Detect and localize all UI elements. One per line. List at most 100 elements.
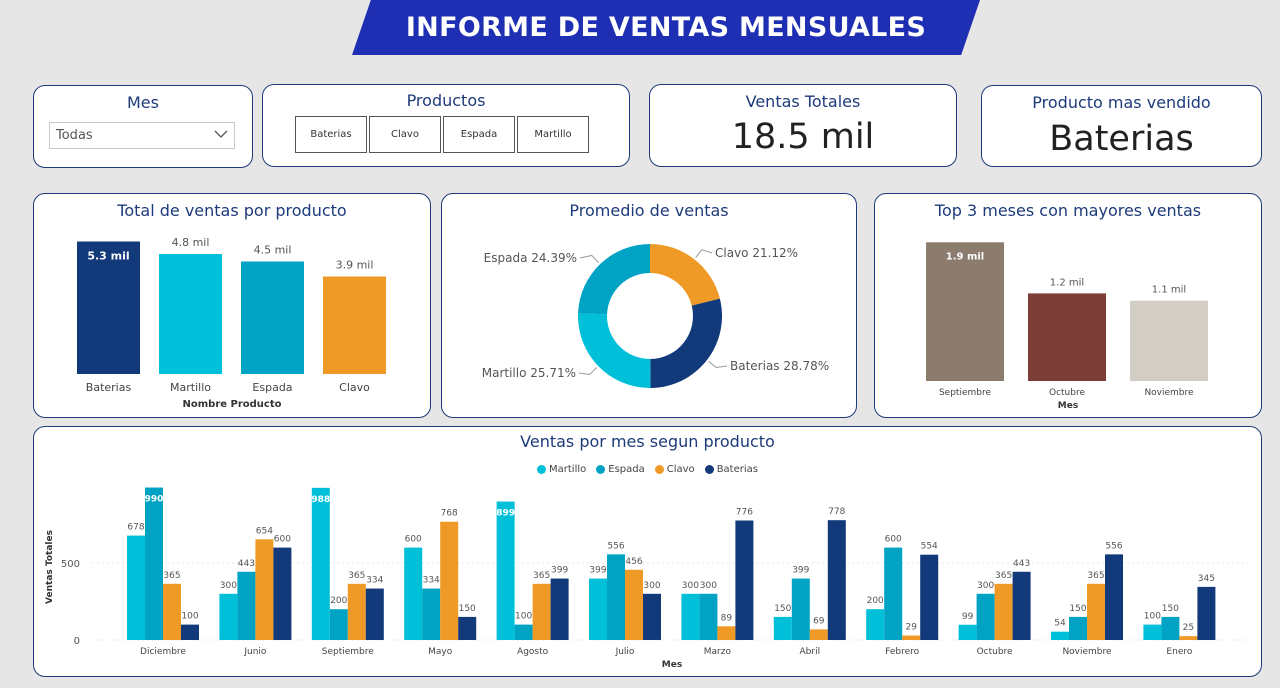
bar-espada[interactable] <box>1161 616 1180 640</box>
bar-clavo[interactable] <box>809 629 828 640</box>
bar-baterias[interactable] <box>1105 554 1123 640</box>
bar-baterias[interactable] <box>827 520 846 640</box>
slice-martillo[interactable] <box>578 313 651 388</box>
bar-espada[interactable] <box>241 261 304 375</box>
bar-baterias[interactable] <box>365 588 384 640</box>
bar-clavo[interactable] <box>902 635 921 640</box>
data-label: 778 <box>828 507 845 517</box>
bar-baterias[interactable] <box>550 578 569 640</box>
bar-clavo[interactable] <box>717 626 736 640</box>
bar-baterias[interactable] <box>273 547 292 640</box>
bar-baterias[interactable] <box>1197 586 1216 640</box>
bar-martillo[interactable] <box>958 624 977 640</box>
x-tick-label: Noviembre <box>1144 388 1194 398</box>
x-tick-label: Espada <box>252 381 292 394</box>
mes-dropdown[interactable]: Todas <box>49 122 235 149</box>
bar-espada[interactable] <box>329 609 348 640</box>
bar-clavo[interactable] <box>163 583 181 640</box>
bar-clavo[interactable] <box>323 276 386 375</box>
data-label: 150 <box>1162 604 1179 614</box>
producto-tile-baterias[interactable]: Baterias <box>295 116 367 153</box>
data-label: 300 <box>977 581 994 591</box>
bar-octubre[interactable] <box>1028 293 1106 381</box>
data-label: 556 <box>1105 541 1122 551</box>
x-axis-label: Mes <box>662 660 682 670</box>
slice-label: Clavo 21.12% <box>715 246 798 260</box>
bar-martillo[interactable] <box>1143 624 1162 640</box>
y-tick-label: 500 <box>61 559 80 570</box>
bar-baterias[interactable] <box>181 624 199 640</box>
data-label: 678 <box>127 523 144 533</box>
data-label: 365 <box>995 571 1012 581</box>
x-tick-label: Noviembre <box>1062 647 1112 657</box>
data-label: 100 <box>515 612 532 622</box>
bar-martillo[interactable] <box>681 593 700 640</box>
data-label: 3.9 mil <box>336 259 374 272</box>
bar-martillo[interactable] <box>159 254 222 374</box>
producto-tile-martillo[interactable]: Martillo <box>517 116 589 153</box>
producto-tile-clavo[interactable]: Clavo <box>369 116 441 153</box>
bar-martillo[interactable] <box>773 616 792 640</box>
data-label: 29 <box>905 623 917 633</box>
mes-dropdown-value: Todas <box>56 128 93 143</box>
data-label: 365 <box>533 571 550 581</box>
x-tick-label: Mayo <box>428 647 453 657</box>
bar-clavo[interactable] <box>994 583 1013 640</box>
data-label: 365 <box>1087 571 1104 581</box>
bar-espada[interactable] <box>514 624 533 640</box>
slice-baterias[interactable] <box>650 298 722 388</box>
bar-septiembre[interactable] <box>926 242 1004 381</box>
bar-clavo[interactable] <box>1179 636 1198 640</box>
bar-espada[interactable] <box>699 593 718 640</box>
bar-espada[interactable] <box>237 571 256 640</box>
data-label: 69 <box>813 616 825 626</box>
bar-espada[interactable] <box>422 588 441 640</box>
data-label: 99 <box>962 612 974 622</box>
y-axis-label: Ventas Totales <box>45 530 55 604</box>
data-label: 1.9 mil <box>946 251 984 262</box>
bar-espada[interactable] <box>145 487 163 640</box>
bar-espada[interactable] <box>1069 616 1087 640</box>
productos-tiles: Baterias Clavo Espada Martillo <box>295 116 589 153</box>
data-label: 399 <box>551 566 568 576</box>
bar-baterias[interactable] <box>1012 571 1031 640</box>
bar-clavo[interactable] <box>625 569 643 640</box>
bar-baterias[interactable] <box>643 593 661 640</box>
bar-espada[interactable] <box>976 593 995 640</box>
bar-clavo[interactable] <box>440 521 459 640</box>
bar-clavo[interactable] <box>255 539 274 640</box>
bar-baterias[interactable] <box>735 520 754 640</box>
bar-martillo[interactable] <box>219 593 238 640</box>
bar-martillo[interactable] <box>1051 631 1069 640</box>
data-label: 1.2 mil <box>1050 277 1084 288</box>
bar-baterias[interactable] <box>920 554 939 640</box>
bar-clavo[interactable] <box>347 583 366 640</box>
bar-martillo[interactable] <box>589 578 607 640</box>
bar-martillo[interactable] <box>404 547 423 640</box>
x-tick-label: Marzo <box>704 647 732 657</box>
bar-martillo[interactable] <box>496 501 515 640</box>
data-label: 300 <box>220 581 237 591</box>
bar-clavo[interactable] <box>532 583 551 640</box>
bar-espada[interactable] <box>607 554 625 640</box>
bar-espada[interactable] <box>791 578 810 640</box>
data-label: 899 <box>496 509 515 519</box>
data-label: 334 <box>366 576 383 586</box>
data-label: 990 <box>145 495 164 505</box>
bar-noviembre[interactable] <box>1130 300 1208 381</box>
slice-clavo[interactable] <box>650 244 720 306</box>
bar-clavo[interactable] <box>1087 583 1105 640</box>
x-tick-label: Junio <box>243 647 267 657</box>
data-label: 5.3 mil <box>87 250 129 263</box>
leader-line <box>579 254 600 264</box>
bar-martillo[interactable] <box>311 487 330 640</box>
bar-martillo[interactable] <box>127 535 145 640</box>
bar-baterias[interactable] <box>458 616 477 640</box>
x-tick-label: Agosto <box>517 647 549 657</box>
bar-martillo[interactable] <box>866 609 885 640</box>
producto-mas-vendido-card: Producto mas vendido Baterias <box>981 85 1262 167</box>
bar-espada[interactable] <box>884 547 903 640</box>
data-label: 200 <box>330 596 347 606</box>
producto-tile-espada[interactable]: Espada <box>443 116 515 153</box>
slice-espada[interactable] <box>578 244 650 315</box>
